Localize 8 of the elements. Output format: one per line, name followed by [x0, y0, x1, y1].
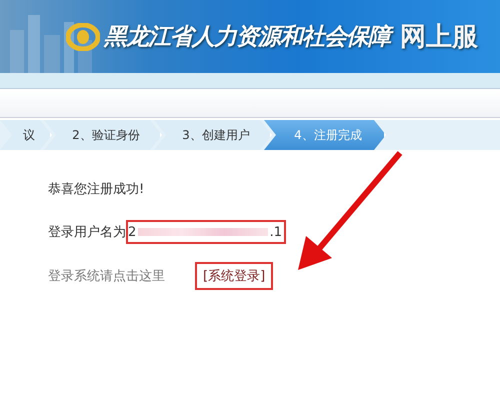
success-message: 恭喜您注册成功! — [48, 181, 146, 198]
login-link[interactable]: [系统登录] — [195, 262, 274, 290]
username-label: 登录用户名为 — [48, 224, 126, 241]
logo-icon — [66, 22, 100, 50]
site-subtitle: 网上服 — [400, 21, 478, 54]
login-hint: 登录系统请点击这里 — [48, 268, 165, 285]
username-end: .1 — [270, 224, 282, 240]
username-start: 2 — [128, 224, 136, 240]
